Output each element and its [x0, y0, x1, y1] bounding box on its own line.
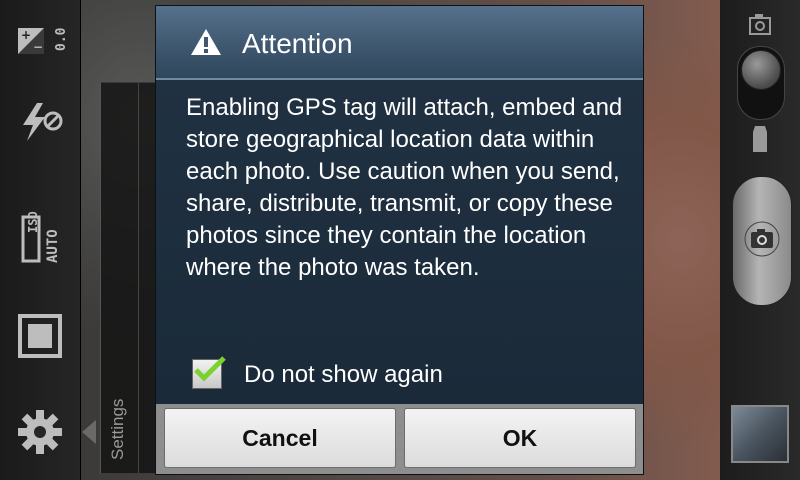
ok-button[interactable]: OK	[404, 408, 636, 468]
dialog-button-bar: Cancel OK	[156, 404, 643, 474]
svg-text:AUTO: AUTO	[45, 229, 61, 263]
dialog-body: Enabling GPS tag will attach, embed and …	[156, 80, 643, 404]
do-not-show-checkbox[interactable]	[192, 356, 226, 389]
camera-icon	[749, 14, 771, 35]
checkmark-icon	[194, 356, 226, 382]
gear-icon	[18, 410, 62, 454]
iso-auto-icon: ISO AUTO	[21, 211, 61, 263]
cancel-button[interactable]: Cancel	[164, 408, 396, 468]
camera-icon	[744, 221, 780, 257]
dialog-message: Enabling GPS tag will attach, embed and …	[186, 94, 623, 281]
svg-text:0.0: 0.0	[54, 27, 65, 51]
settings-button[interactable]	[0, 392, 80, 472]
exposure-button[interactable]: + − 0.0	[0, 4, 80, 84]
mode-switch-knob[interactable]	[741, 50, 781, 90]
shutter-button[interactable]	[732, 176, 792, 306]
settings-label: Settings	[108, 398, 127, 460]
svg-text:ISO: ISO	[26, 211, 40, 233]
flash-off-icon	[23, 103, 63, 141]
settings-arrow-icon	[82, 420, 96, 444]
attention-dialog: Attention Enabling GPS tag will attach, …	[155, 5, 644, 475]
exposure-icon: + − 0.0	[18, 27, 65, 54]
checkbox-label[interactable]: Do not show again	[244, 361, 443, 389]
svg-text:+: +	[21, 28, 31, 42]
iso-button[interactable]: ISO AUTO	[0, 198, 80, 278]
frame-icon	[18, 314, 62, 358]
flash-button[interactable]	[0, 82, 80, 162]
dialog-header: Attention	[156, 6, 643, 80]
left-toolbar: + − 0.0 ISO AUTO	[0, 0, 81, 480]
video-icon	[753, 126, 767, 152]
gallery-thumbnail[interactable]	[731, 405, 789, 463]
dialog-title: Attention	[242, 28, 353, 59]
frame-button[interactable]	[0, 296, 80, 376]
settings-divider	[138, 83, 139, 473]
svg-text:−: −	[33, 40, 43, 54]
warning-icon	[191, 29, 221, 55]
